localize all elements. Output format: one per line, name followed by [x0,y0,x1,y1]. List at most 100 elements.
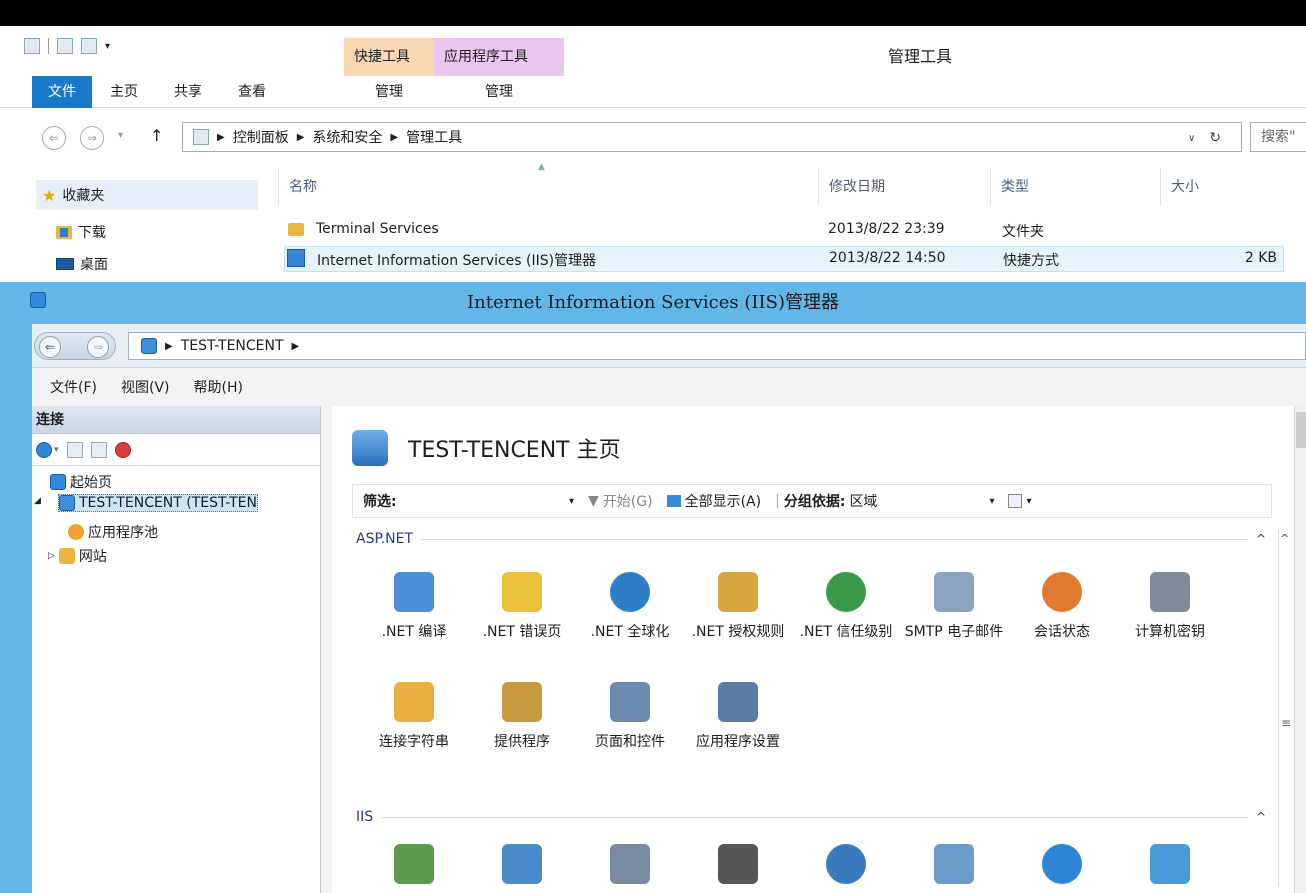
forward-button[interactable]: ⇒ [80,126,104,150]
connect-icon[interactable] [36,441,52,458]
tile-label: .NET 全球化 [590,624,670,640]
feature-net-error-pages[interactable]: .NET 错误页 [468,572,576,642]
email-icon [934,572,974,612]
iis-shortcut-icon [287,249,305,267]
feature-iis-1[interactable] [360,844,468,892]
tree-item-sites[interactable]: ▷ 网站 [48,546,107,566]
iis-address-bar[interactable]: ▶ TEST-TENCENT ▶ [128,332,1306,360]
nav-downloads[interactable]: 下载 [56,222,106,242]
chevron-right-icon[interactable]: ▶ [292,341,300,352]
dropdown-icon[interactable]: ▾ [54,445,59,455]
tab-home[interactable]: 主页 [92,76,156,108]
menu-file[interactable]: 文件(F) [50,377,97,397]
folder-icon[interactable] [81,38,97,54]
scroll-up-icon[interactable]: ^ [1280,532,1289,545]
breadcrumb-system-security[interactable]: 系统和安全 [312,127,382,147]
file-row[interactable]: Internet Information Services (IIS)管理器 2… [284,246,1284,272]
ctx-tab-app-tools[interactable]: 应用程序工具 [434,38,564,76]
feature-machine-key[interactable]: 计算机密钥 [1116,572,1224,642]
feature-iis-2[interactable] [468,844,576,892]
tree-label: 网站 [78,549,107,565]
new-folder-icon[interactable] [57,38,73,54]
tab-manage-shortcut[interactable]: 管理 [344,76,434,108]
tree-toggle-server[interactable]: ◢ [34,496,41,506]
server-icon [141,338,157,354]
column-header-modified[interactable]: 修改日期 [818,168,990,206]
server-icon [59,495,75,511]
view-mode-icon[interactable]: ▾ [1008,494,1032,508]
group-header-aspnet[interactable]: ASP.NET ^ [356,528,1266,550]
filter-dropdown-icon[interactable]: ▾ [569,496,574,507]
file-row[interactable]: Terminal Services 2013/8/22 23:39 文件夹 [284,218,1284,244]
feature-session-state[interactable]: 会话状态 [1008,572,1116,642]
customize-qat-icon[interactable]: ▾ [105,41,110,52]
feature-iis-6[interactable] [900,844,1008,892]
feature-net-compilation[interactable]: .NET 编译 [360,572,468,642]
breadcrumb-admin-tools[interactable]: 管理工具 [406,127,462,147]
forward-button[interactable]: ⇒ [87,336,109,358]
tree-item-app-pools[interactable]: 应用程序池 [68,522,158,542]
back-button[interactable]: ⇐ [42,126,66,150]
chevron-right-icon: ▶ [390,131,399,143]
tile-label: .NET 授权规则 [691,624,785,640]
outer-scrollbar[interactable] [1294,406,1306,893]
tab-share[interactable]: 共享 [156,76,220,108]
back-button[interactable]: ⇐ [39,336,61,358]
menu-view[interactable]: 视图(V) [121,377,170,397]
properties-icon[interactable] [24,38,40,54]
column-header-name[interactable]: 名称 [278,168,818,206]
group-by-control[interactable]: | 分组依据: 区域 [775,491,877,511]
show-all-button[interactable]: 全部显示(A) [666,491,761,511]
feature-iis-3[interactable] [576,844,684,892]
feature-iis-7[interactable] [1008,844,1116,892]
up-arrow-icon[interactable]: ↑ [150,126,163,145]
group-by-dropdown-icon[interactable]: ▾ [989,496,994,507]
feature-iis-4[interactable] [684,844,792,892]
scroll-thumb[interactable] [1296,412,1306,448]
tree-item-server[interactable]: TEST-TENCENT (TEST-TEN [58,494,258,512]
feature-net-globalization[interactable]: .NET 全球化 [576,572,684,642]
address-dropdown-icon[interactable]: ∨ [1188,133,1195,144]
tab-file[interactable]: 文件 [32,76,92,108]
refresh-icon[interactable]: ↻ [1209,130,1221,146]
ctx-tab-shortcut-tools[interactable]: 快捷工具 [344,38,434,76]
feature-app-settings[interactable]: 应用程序设置 [684,682,792,752]
window-title: Internet Information Services (IIS)管理器 [467,292,839,313]
collapse-triangle-icon[interactable]: ◢ [34,496,41,506]
server-icon [352,430,388,466]
collapse-caret-icon[interactable]: ^ [1256,810,1266,824]
column-header-size[interactable]: 大小 [1160,168,1284,206]
feature-pages-controls[interactable]: 页面和控件 [576,682,684,752]
feature-providers[interactable]: 提供程序 [468,682,576,752]
save-icon[interactable] [66,441,83,458]
disconnect-icon[interactable] [114,441,131,458]
menu-help[interactable]: 帮助(H) [194,377,243,397]
up-level-icon[interactable] [90,441,107,458]
feature-iis-8[interactable] [1116,844,1224,892]
feature-net-authorization[interactable]: .NET 授权规则 [684,572,792,642]
breadcrumb-control-panel[interactable]: 控制面板 [233,127,289,147]
collapse-caret-icon[interactable]: ^ [1256,532,1266,546]
connections-pane: 连接 ▾ 起始页 ◢ TEST-TENCENT (TEST-TEN 应用程序池 … [32,406,321,893]
connections-tree: 起始页 ◢ TEST-TENCENT (TEST-TEN 应用程序池 ▷ 网站 [32,466,320,565]
tree-item-start-page[interactable]: 起始页 [50,472,112,492]
tab-manage-app[interactable]: 管理 [434,76,564,108]
recent-dropdown-icon[interactable]: ▾ [118,130,123,141]
feature-iis-5[interactable] [792,844,900,892]
folder-icon [288,223,304,236]
tab-view[interactable]: 查看 [220,76,284,108]
breadcrumb-server[interactable]: TEST-TENCENT [181,338,284,354]
start-filter-button[interactable]: ▼ 开始(G) [588,491,653,511]
nav-favorites[interactable]: ★ 收藏夹 [36,180,258,210]
address-bar[interactable]: ▶ 控制面板 ▶ 系统和安全 ▶ 管理工具 ∨ ↻ [182,122,1242,152]
features-scrollbar[interactable]: ^ ≡ [1278,530,1292,886]
scroll-grip-icon[interactable]: ≡ [1281,716,1291,730]
nav-desktop[interactable]: 桌面 [56,254,108,274]
feature-connection-strings[interactable]: 连接字符串 [360,682,468,752]
search-input[interactable]: 搜索" [1250,122,1306,152]
expand-triangle-icon[interactable]: ▷ [48,551,55,561]
feature-smtp-email[interactable]: SMTP 电子邮件 [900,572,1008,642]
group-header-iis[interactable]: IIS ^ [356,806,1266,828]
feature-net-trust-levels[interactable]: .NET 信任级别 [792,572,900,642]
column-header-type[interactable]: 类型 [990,168,1160,206]
